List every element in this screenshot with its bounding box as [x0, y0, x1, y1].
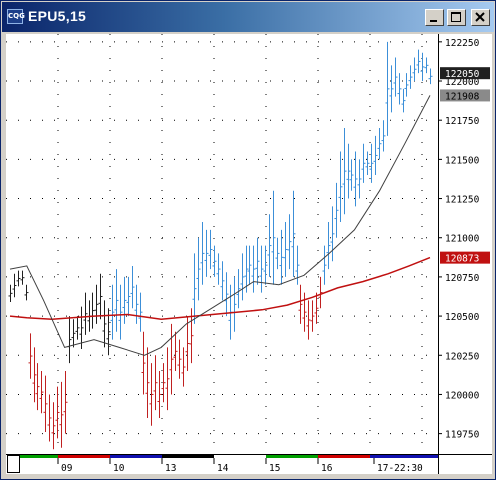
price-label: 122050	[445, 69, 480, 80]
x-tick-label: 13	[165, 463, 176, 474]
session-color-band	[318, 455, 370, 458]
window-title: EPU5,15	[28, 8, 87, 24]
session-color-band	[162, 455, 214, 458]
price-label: 120873	[445, 254, 479, 265]
plot-background	[6, 34, 438, 454]
y-tick-label: 121500	[445, 155, 480, 166]
x-tick-label: 15	[269, 463, 280, 474]
y-tick-label: 121250	[445, 195, 480, 206]
y-tick-label: 121750	[445, 116, 480, 127]
price-chart[interactable]: 1222501220001217501215001212501210001207…	[6, 34, 492, 474]
session-color-band	[214, 455, 266, 458]
price-label: 121908	[445, 91, 480, 102]
close-button[interactable]	[471, 9, 490, 26]
minimize-button[interactable]	[425, 9, 444, 26]
maximize-button[interactable]	[447, 9, 466, 26]
x-tick-label: 09	[61, 463, 73, 474]
cqg-logo-icon[interactable]: CQG	[7, 9, 25, 24]
x-tick-label: 17-22:30	[377, 463, 423, 474]
y-tick-label: 122250	[445, 38, 480, 49]
y-tick-label: 120000	[445, 390, 480, 401]
y-tick-label: 120750	[445, 273, 480, 284]
x-tick-label: 14	[217, 463, 229, 474]
y-tick-label: 120500	[445, 312, 480, 323]
x-tick-label: 16	[321, 463, 333, 474]
y-tick-label: 120250	[445, 351, 480, 362]
session-color-band	[58, 455, 110, 458]
chart-area[interactable]: 122250 122000 121750 121500 121250 121000 1207…	[6, 34, 492, 474]
time-scroll-box[interactable]	[7, 455, 20, 473]
session-color-band	[370, 455, 438, 458]
close-icon	[475, 12, 485, 22]
session-color-band	[20, 455, 58, 458]
session-color-band	[266, 455, 318, 458]
y-tick-label: 121000	[445, 234, 480, 245]
chart-window: CQG EPU5,15 122250 122000 121750 121500 1212…	[0, 0, 496, 480]
maximize-icon	[451, 12, 461, 22]
title-bar[interactable]: CQG EPU5,15	[2, 2, 494, 32]
minimize-icon	[430, 20, 437, 22]
x-tick-label: 10	[113, 463, 125, 474]
y-tick-label: 119750	[445, 430, 480, 441]
session-color-band	[110, 455, 162, 458]
